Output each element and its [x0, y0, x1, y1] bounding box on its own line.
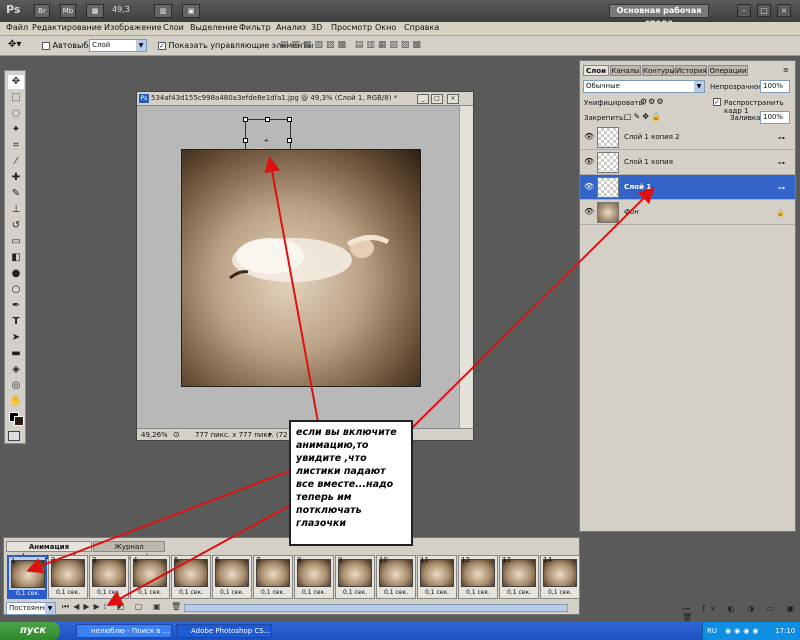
- arrow-to-layer: [411, 187, 655, 429]
- arrow-to-play: [106, 499, 301, 606]
- system-tray: RU ◉◉◉◉ 17:10: [702, 622, 800, 640]
- windows-taskbar: пуск нелюблю - Поиск в ... Adobe Photosh…: [0, 622, 800, 640]
- taskbar-item-opera[interactable]: нелюблю - Поиск в ...: [76, 624, 172, 638]
- arrow-to-petal: [264, 156, 319, 423]
- annotation-note: если вы включите анимацию,то увидите ,чт…: [289, 420, 413, 546]
- tray-icons[interactable]: ◉◉◉◉: [725, 622, 761, 640]
- language-indicator[interactable]: RU: [707, 622, 717, 640]
- start-button[interactable]: пуск: [0, 622, 60, 640]
- taskbar-item-photoshop[interactable]: Adobe Photoshop CS...: [176, 624, 272, 638]
- clock: 17:10: [775, 627, 796, 635]
- arrow-to-frame-1: [26, 469, 293, 574]
